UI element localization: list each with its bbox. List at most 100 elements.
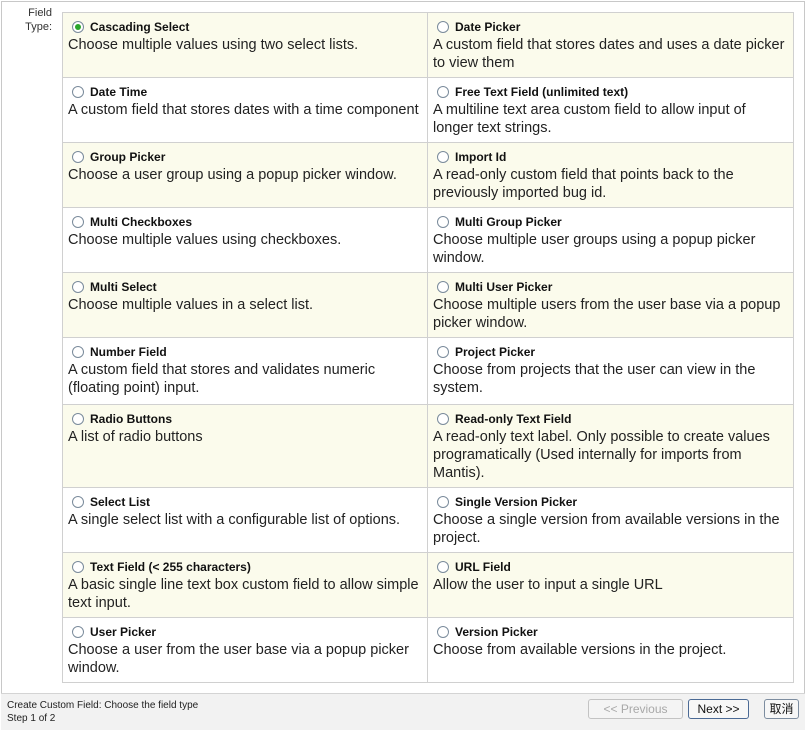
field-type-radio[interactable]	[72, 280, 84, 293]
option-description: Choose multiple users from the user base…	[433, 297, 781, 331]
field-type-option[interactable]: Version Picker Choose from available vers…	[427, 617, 794, 683]
field-type-label: Field Type:	[25, 7, 52, 33]
field-type-radio[interactable]	[437, 625, 449, 638]
field-type-option[interactable]: Project Picker Choose from projects that …	[427, 337, 794, 405]
option-title: Version Picker	[455, 624, 538, 639]
option-title: Multi Group Picker	[455, 214, 562, 229]
field-type-option[interactable]: Multi Select Choose multiple values in a …	[62, 272, 428, 338]
option-description: Choose multiple values using two select …	[68, 37, 359, 53]
field-type-radio[interactable]	[437, 150, 449, 163]
option-title: Multi User Picker	[455, 279, 553, 294]
option-header: Date Time	[68, 83, 423, 100]
option-description: Choose multiple values in a select list.	[68, 297, 314, 313]
field-type-radio[interactable]	[437, 280, 449, 293]
option-description: Choose multiple values using checkboxes.	[68, 232, 342, 248]
field-type-radio[interactable]	[437, 20, 449, 33]
option-header: Select List	[68, 493, 423, 510]
option-description: Choose a user group using a popup picker…	[68, 167, 397, 183]
field-type-option[interactable]: Read-only Text Field A read-only text lab…	[427, 404, 794, 488]
field-type-option[interactable]: Radio Buttons A list of radio buttons	[62, 404, 428, 488]
field-type-grid: Cascading Select Choose multiple values u…	[62, 12, 794, 683]
option-header: URL Field	[433, 558, 789, 575]
option-header: Import Id	[433, 148, 789, 165]
field-type-radio[interactable]	[72, 412, 84, 425]
field-type-option[interactable]: Cascading Select Choose multiple values u…	[62, 12, 428, 78]
field-type-option[interactable]: Multi Checkboxes Choose multiple values u…	[62, 207, 428, 273]
option-description: A custom field that stores dates and use…	[433, 37, 785, 71]
option-header: Project Picker	[433, 343, 789, 360]
option-title: Text Field (< 255 characters)	[90, 559, 251, 574]
cancel-button[interactable]: 取消	[764, 699, 799, 719]
field-type-radio[interactable]	[437, 345, 449, 358]
option-title: Radio Buttons	[90, 411, 172, 426]
field-type-option[interactable]: Select List A single select list with a c…	[62, 487, 428, 553]
option-title: Import Id	[455, 149, 507, 164]
field-type-option[interactable]: Number Field A custom field that stores a…	[62, 337, 428, 405]
option-description: Choose multiple user groups using a popu…	[433, 232, 756, 266]
field-type-row: Cascading Select Choose multiple values u…	[62, 12, 794, 78]
option-title: Single Version Picker	[455, 494, 578, 509]
field-type-radio[interactable]	[437, 215, 449, 228]
option-header: Read-only Text Field	[433, 410, 789, 427]
field-type-row: Select List A single select list with a c…	[62, 487, 794, 553]
field-type-option[interactable]: Group Picker Choose a user group using a …	[62, 142, 428, 208]
option-title: Group Picker	[90, 149, 166, 164]
field-type-option[interactable]: Date Picker A custom field that stores da…	[427, 12, 794, 78]
field-type-radio[interactable]	[72, 560, 84, 573]
wizard-step-indicator: Step 1 of 2	[7, 713, 56, 724]
field-type-option[interactable]: Free Text Field (unlimited text) A multil…	[427, 77, 794, 143]
field-type-radio[interactable]	[437, 560, 449, 573]
option-header: Date Picker	[433, 18, 789, 35]
field-type-row: User Picker Choose a user from the user b…	[62, 617, 794, 683]
field-type-option[interactable]: URL Field Allow the user to input a singl…	[427, 552, 794, 618]
option-title: Free Text Field (unlimited text)	[455, 84, 629, 99]
field-type-radio[interactable]	[437, 412, 449, 425]
field-type-radio[interactable]	[437, 85, 449, 98]
field-type-option[interactable]: Single Version Picker Choose a single ver…	[427, 487, 794, 553]
field-type-row: Multi Checkboxes Choose multiple values u…	[62, 207, 794, 273]
option-header: Multi Checkboxes	[68, 213, 423, 230]
option-description: Choose from available versions in the pr…	[433, 642, 727, 658]
field-type-radio[interactable]	[72, 20, 84, 33]
previous-button[interactable]: << Previous	[588, 699, 683, 719]
option-title: Date Time	[90, 84, 148, 99]
option-description: Choose from projects that the user can v…	[433, 362, 756, 396]
field-type-row: Multi Select Choose multiple values in a …	[62, 272, 794, 338]
wizard-footer: Create Custom Field: Choose the field ty…	[1, 693, 805, 730]
option-header: Multi Select	[68, 278, 423, 295]
option-title: Cascading Select	[90, 19, 190, 34]
field-type-option[interactable]: Import Id A read-only custom field that p…	[427, 142, 794, 208]
option-description: A list of radio buttons	[68, 429, 203, 445]
field-type-radio[interactable]	[72, 345, 84, 358]
field-type-option[interactable]: Text Field (< 255 characters) A basic sin…	[62, 552, 428, 618]
option-description: A custom field that stores dates with a …	[68, 102, 419, 118]
option-header: Radio Buttons	[68, 410, 423, 427]
option-title: Multi Checkboxes	[90, 214, 193, 229]
field-type-radio[interactable]	[72, 85, 84, 98]
field-type-radio[interactable]	[72, 495, 84, 508]
field-type-radio[interactable]	[72, 625, 84, 638]
option-description: Choose a user from the user base via a p…	[68, 642, 409, 676]
option-description: A multiline text area custom field to al…	[433, 102, 746, 136]
option-header: User Picker	[68, 623, 423, 640]
field-type-row: Date Time A custom field that stores date…	[62, 77, 794, 143]
option-title: Read-only Text Field	[455, 411, 572, 426]
option-description: Allow the user to input a single URL	[433, 577, 663, 593]
option-title: Number Field	[90, 344, 167, 359]
option-title: Date Picker	[455, 19, 521, 34]
field-type-option[interactable]: User Picker Choose a user from the user b…	[62, 617, 428, 683]
option-title: User Picker	[90, 624, 157, 639]
option-description: A basic single line text box custom fiel…	[68, 577, 419, 611]
field-type-row: Radio Buttons A list of radio buttons Read…	[62, 404, 794, 488]
option-title: Select List	[90, 494, 151, 509]
field-type-radio[interactable]	[72, 215, 84, 228]
field-type-radio[interactable]	[437, 495, 449, 508]
option-header: Text Field (< 255 characters)	[68, 558, 423, 575]
next-button[interactable]: Next >>	[688, 699, 749, 719]
field-type-option[interactable]: Multi User Picker Choose multiple users f…	[427, 272, 794, 338]
field-type-option[interactable]: Date Time A custom field that stores date…	[62, 77, 428, 143]
option-header: Free Text Field (unlimited text)	[433, 83, 789, 100]
field-type-radio[interactable]	[72, 150, 84, 163]
field-type-option[interactable]: Multi Group Picker Choose multiple user g…	[427, 207, 794, 273]
field-type-row: Group Picker Choose a user group using a …	[62, 142, 794, 208]
